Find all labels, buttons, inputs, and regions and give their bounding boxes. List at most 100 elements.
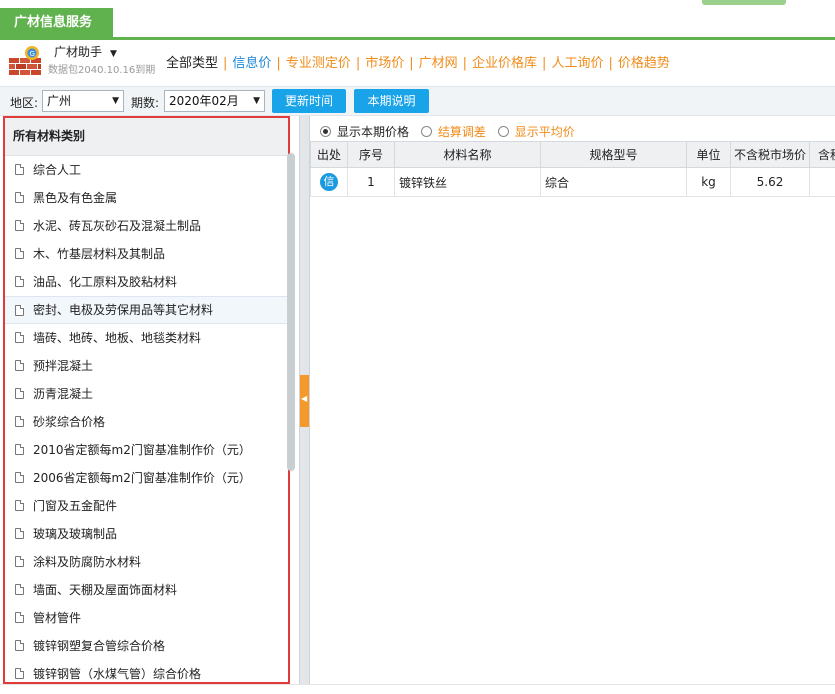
app-tab[interactable]: 广材信息服务 xyxy=(0,8,113,37)
panel-title: 所有材料类别 xyxy=(5,118,288,156)
price-cell: 5.62 xyxy=(730,167,810,197)
table-row[interactable]: 信 1 镀锌铁丝 综合 kg 5.62 xyxy=(310,167,835,197)
category-item[interactable]: 镀锌钢塑复合管综合价格 xyxy=(5,632,288,660)
document-icon xyxy=(15,612,24,623)
region-label: 地区: xyxy=(10,96,39,110)
region-value: 广州 xyxy=(47,94,72,108)
category-item[interactable]: 水泥、砖瓦灰砂石及混凝土制品 xyxy=(5,212,288,240)
package-expiry: 数据包2040.10.16到期 xyxy=(48,65,156,76)
document-icon xyxy=(15,220,24,231)
filter-bar: 地区: 广州 ▼ 期数: 2020年02月 ▼ 更新时间 本期说明 xyxy=(0,86,835,116)
chevron-left-icon: ◀ xyxy=(301,394,308,403)
document-icon xyxy=(15,584,24,595)
radio-label: 显示本期价格 xyxy=(337,125,410,139)
document-icon xyxy=(15,472,24,483)
column-header-index[interactable]: 序号 xyxy=(347,141,395,168)
category-label: 密封、电极及劳保用品等其它材料 xyxy=(33,303,214,317)
category-label: 综合人工 xyxy=(33,163,82,177)
nav-tab-manual-inquiry[interactable]: 人工询价 xyxy=(551,52,603,71)
index-cell: 1 xyxy=(347,167,395,197)
category-item[interactable]: 2006省定额每m2门窗基准制作价（元） xyxy=(5,464,288,492)
category-label: 预拌混凝土 xyxy=(33,359,94,373)
bottom-divider xyxy=(0,684,835,685)
category-item[interactable]: 综合人工 xyxy=(5,156,288,184)
category-label: 玻璃及玻璃制品 xyxy=(33,527,118,541)
category-item[interactable]: 管材管件 xyxy=(5,604,288,632)
nav-divider: | xyxy=(223,56,228,71)
category-label: 沥青混凝土 xyxy=(33,387,94,401)
document-icon xyxy=(15,528,24,539)
category-item[interactable]: 木、竹基层材料及其制品 xyxy=(5,240,288,268)
nav-divider: | xyxy=(409,56,414,71)
category-label: 管材管件 xyxy=(33,611,82,625)
nav-divider: | xyxy=(608,56,613,71)
top-right-button[interactable] xyxy=(702,0,786,5)
category-item[interactable]: 涂料及防腐防水材料 xyxy=(5,548,288,576)
guangcai-logo-icon: G xyxy=(8,44,42,76)
nav-tab-price-trend[interactable]: 价格趋势 xyxy=(618,52,670,71)
nav-tab-info-price[interactable]: 信息价 xyxy=(232,52,271,71)
material-category-panel: 所有材料类别 综合人工黑色及有色金属水泥、砖瓦灰砂石及混凝土制品 木、竹基层材料及… xyxy=(3,116,290,684)
category-label: 木、竹基层材料及其制品 xyxy=(33,247,166,261)
category-label: 镀锌钢塑复合管综合价格 xyxy=(33,639,166,653)
scrollbar[interactable] xyxy=(287,153,295,471)
column-header-unit[interactable]: 单位 xyxy=(686,141,731,168)
radio-settlement-adjust[interactable]: 结算调差 xyxy=(420,123,486,140)
assistant-dropdown[interactable]: 广材助手 ▼ xyxy=(54,43,117,60)
nav-divider: | xyxy=(355,56,361,71)
category-item[interactable]: 玻璃及玻璃制品 xyxy=(5,520,288,548)
category-item[interactable]: 门窗及五金配件 xyxy=(5,492,288,520)
category-label: 油品、化工原料及胶粘材料 xyxy=(33,275,178,289)
document-icon xyxy=(15,500,24,511)
nav-tab-enterprise-library[interactable]: 企业价格库 xyxy=(472,52,537,71)
category-item[interactable]: 油品、化工原料及胶粘材料 xyxy=(5,268,288,296)
category-item[interactable]: 墙砖、地砖、地板、地毯类材料 xyxy=(5,324,288,352)
display-options: 显示本期价格 结算调差 显示平均价 xyxy=(320,123,583,140)
category-item[interactable]: 黑色及有色金属 xyxy=(5,184,288,212)
update-time-button[interactable]: 更新时间 xyxy=(272,89,346,113)
category-item[interactable]: 2010省定额每m2门窗基准制作价（元） xyxy=(5,436,288,464)
period-notes-button[interactable]: 本期说明 xyxy=(354,89,429,113)
nav-divider: | xyxy=(276,56,281,71)
unit-cell: kg xyxy=(686,167,731,197)
document-icon xyxy=(15,164,24,175)
radio-dot xyxy=(320,126,331,137)
period-label: 期数: xyxy=(131,96,160,110)
category-item[interactable]: 沥青混凝土 xyxy=(5,380,288,408)
nav-tab-all-types[interactable]: 全部类型 xyxy=(166,52,218,71)
column-header-name[interactable]: 材料名称 xyxy=(394,141,541,168)
radio-show-current-price[interactable]: 显示本期价格 xyxy=(320,123,409,140)
category-item[interactable]: 镀锌钢管（水煤气管）综合价格 xyxy=(5,660,288,682)
column-header-spec[interactable]: 规格型号 xyxy=(540,141,687,168)
header: G 广材助手 ▼ 数据包2040.10.16到期 全部类型 | 信息价 | 专业测定价 | 市… xyxy=(0,40,835,82)
column-header-price-incl-tax[interactable]: 含税 xyxy=(809,141,835,168)
category-item[interactable]: 密封、电极及劳保用品等其它材料 xyxy=(5,296,288,324)
info-source-badge-icon[interactable]: 信 xyxy=(320,173,338,191)
radio-dot xyxy=(420,126,432,137)
category-item[interactable]: 墙面、天棚及屋面饰面材料 xyxy=(5,576,288,604)
period-select[interactable]: 2020年02月 ▼ xyxy=(164,90,265,112)
chevron-down-icon: ▼ xyxy=(110,49,117,59)
assistant-label: 广材助手 xyxy=(54,45,103,59)
nav-divider: | xyxy=(542,56,547,71)
radio-dot xyxy=(497,126,509,137)
column-header-source[interactable]: 出处 xyxy=(310,141,348,168)
column-header-price-excl-tax[interactable]: 不含税市场价 xyxy=(730,141,810,168)
nav-tab-guangcai-web[interactable]: 广材网 xyxy=(419,52,458,71)
collapse-handle[interactable]: ◀ xyxy=(300,375,309,427)
category-item[interactable]: 砂浆综合价格 xyxy=(5,408,288,436)
tax-price-cell xyxy=(809,167,835,197)
category-label: 水泥、砖瓦灰砂石及混凝土制品 xyxy=(33,219,202,233)
document-icon xyxy=(15,360,24,371)
region-select[interactable]: 广州 ▼ xyxy=(42,90,124,112)
document-icon xyxy=(15,248,24,259)
radio-label: 结算调差 xyxy=(437,125,486,139)
price-table: 出处 序号 材料名称 规格型号 单位 不含税市场价 含税 信 1 镀锌铁丝 综合… xyxy=(310,141,835,197)
radio-show-average-price[interactable]: 显示平均价 xyxy=(497,123,575,140)
nav-divider: | xyxy=(462,56,468,71)
nav-tab-professional-price[interactable]: 专业测定价 xyxy=(286,52,351,71)
nav-tab-market-price[interactable]: 市场价 xyxy=(365,52,404,71)
category-item[interactable]: 预拌混凝土 xyxy=(5,352,288,380)
spec-cell: 综合 xyxy=(540,167,687,197)
chevron-down-icon: ▼ xyxy=(112,96,119,106)
